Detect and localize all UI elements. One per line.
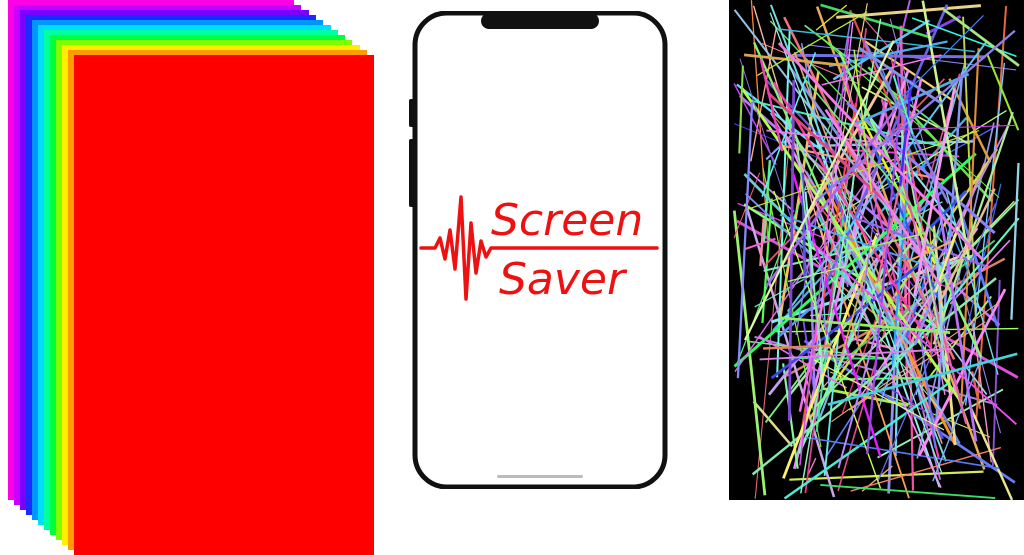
random-line (793, 53, 986, 59)
random-line (968, 405, 1014, 500)
random-line (738, 65, 744, 154)
logo-line-screen: Screen (491, 195, 643, 246)
color-sheet (74, 55, 375, 555)
phone-home-indicator (497, 475, 583, 478)
phone-notch (481, 13, 599, 29)
logo-line-saver: Saver (499, 254, 628, 305)
random-line (1010, 162, 1020, 320)
phone-mockup: Screen Saver (409, 11, 668, 489)
color-sheet-stack (0, 0, 375, 555)
random-lines-screensaver-preview (729, 0, 1024, 500)
